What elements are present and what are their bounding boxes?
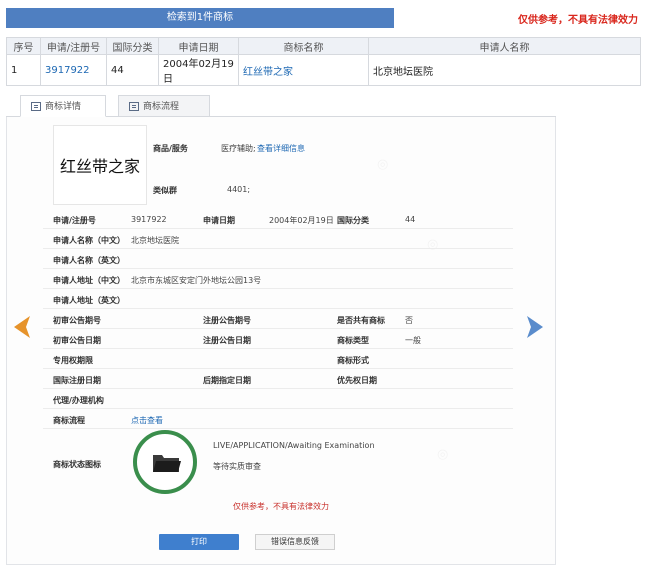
- disclaimer-text: 仅供参考，不具有法律效力: [233, 502, 329, 511]
- mark-type-label: 商标类型: [337, 336, 369, 345]
- divider: [43, 308, 513, 309]
- column-header: 申请/注册号: [40, 37, 107, 55]
- folder-icon: [153, 455, 181, 472]
- detail-panel: ◎ ◎ ◎ ◎ 红丝带之家 商品/服务 医疗辅助; 查看详细信息 类似群 440…: [6, 117, 556, 565]
- watermark: ◎: [437, 447, 448, 462]
- process-label: 商标流程: [53, 416, 85, 425]
- exclusive-period-label: 专用权期限: [53, 356, 93, 365]
- divider: [43, 408, 513, 409]
- column-header: 序号: [6, 37, 41, 55]
- tab-trademark-detail[interactable]: 商标详情: [20, 95, 106, 117]
- status-icon-label: 商标状态图标: [53, 460, 101, 469]
- document-icon: [31, 102, 41, 111]
- chevron-left-icon[interactable]: [14, 316, 30, 338]
- prelim-pub-no-label: 初审公告期号: [53, 316, 101, 325]
- reg-pub-date-label: 注册公告日期: [203, 336, 251, 345]
- tab-label: 商标流程: [143, 102, 180, 112]
- shared-mark-value: 否: [405, 316, 413, 325]
- prelim-pub-date-label: 初审公告日期: [53, 336, 101, 345]
- intl-class-value: 44: [405, 215, 416, 224]
- intl-class-cell: 44: [106, 54, 159, 86]
- intl-reg-date-label: 国际注册日期: [53, 376, 101, 385]
- results-table: 序号 申请/注册号 国际分类 申请日期 商标名称 申请人名称 1 3917922…: [6, 37, 641, 86]
- goods-services-label: 商品/服务: [153, 144, 188, 153]
- divider: [43, 368, 513, 369]
- error-feedback-button[interactable]: 错误信息反馈: [255, 534, 335, 550]
- priority-date-label: 优先权日期: [337, 376, 377, 385]
- table-row[interactable]: 1 3917922 44 2004年02月19日 红丝带之家 北京地坛医院: [6, 54, 641, 86]
- status-badge: [133, 430, 197, 494]
- agent-label: 代理/办理机构: [53, 396, 104, 405]
- trademark-logo: 红丝带之家: [53, 125, 147, 205]
- divider: [43, 388, 513, 389]
- reg-number-link[interactable]: 3917922: [40, 54, 107, 86]
- print-button[interactable]: 打印: [159, 534, 239, 550]
- column-header: 商标名称: [238, 37, 369, 55]
- tab-trademark-process[interactable]: 商标流程: [118, 95, 210, 117]
- result-count-bar: 检索到1件商标: [6, 8, 394, 28]
- status-chinese: 等待实质审查: [213, 462, 261, 471]
- tab-strip: 商标详情 商标流程: [6, 95, 556, 117]
- mark-type-value: 一般: [405, 336, 421, 345]
- watermark: ◎: [427, 237, 438, 252]
- app-date-cell: 2004年02月19日: [158, 54, 239, 86]
- address-en-label: 申请人地址（英文）: [53, 296, 125, 305]
- row-index: 1: [6, 54, 41, 86]
- watermark: ◎: [377, 157, 388, 172]
- divider: [43, 348, 513, 349]
- reg-pub-no-label: 注册公告期号: [203, 316, 251, 325]
- applicant-cn-value: 北京地坛医院: [131, 236, 179, 245]
- reg-no-value: 3917922: [131, 215, 167, 224]
- tab-label: 商标详情: [45, 102, 82, 112]
- view-process-link[interactable]: 点击查看: [131, 415, 163, 426]
- app-date-label: 申请日期: [203, 216, 235, 225]
- similar-group-label: 类似群: [153, 186, 177, 195]
- list-icon: [129, 102, 139, 111]
- column-header: 申请日期: [158, 37, 239, 55]
- mark-name-link[interactable]: 红丝带之家: [238, 54, 369, 86]
- disclaimer-text: 仅供参考，不具有法律效力: [518, 15, 638, 26]
- address-cn-label: 申请人地址（中文）: [53, 276, 125, 285]
- mark-form-label: 商标形式: [337, 356, 369, 365]
- divider: [43, 328, 513, 329]
- address-cn-value: 北京市东城区安定门外地坛公园13号: [131, 276, 262, 285]
- detail-frame: 商标详情 商标流程 ◎ ◎ ◎ ◎ 红丝带之家 商品/服务 医疗辅助; 查看详细…: [6, 95, 556, 565]
- app-date-value: 2004年02月19日: [269, 216, 334, 225]
- similar-group-value: 4401;: [227, 185, 251, 194]
- divider: [43, 228, 513, 229]
- chevron-right-icon[interactable]: [527, 316, 543, 338]
- intl-class-label: 国际分类: [337, 216, 369, 225]
- applicant-en-label: 申请人名称（英文）: [53, 256, 125, 265]
- divider: [43, 248, 513, 249]
- status-english: LIVE/APPLICATION/Awaiting Examination: [213, 441, 375, 450]
- divider: [43, 428, 513, 429]
- later-designation-label: 后期指定日期: [203, 376, 251, 385]
- goods-services-value: 医疗辅助;: [221, 144, 256, 153]
- applicant-cell: 北京地坛医院: [368, 54, 641, 86]
- table-header-row: 序号 申请/注册号 国际分类 申请日期 商标名称 申请人名称: [6, 37, 641, 55]
- divider: [43, 288, 513, 289]
- applicant-cn-label: 申请人名称（中文）: [53, 236, 125, 245]
- view-details-link[interactable]: 查看详细信息: [257, 143, 305, 154]
- reg-no-label: 申请/注册号: [53, 216, 96, 225]
- divider: [43, 268, 513, 269]
- column-header: 申请人名称: [368, 37, 641, 55]
- shared-mark-label: 是否共有商标: [337, 316, 385, 325]
- column-header: 国际分类: [106, 37, 159, 55]
